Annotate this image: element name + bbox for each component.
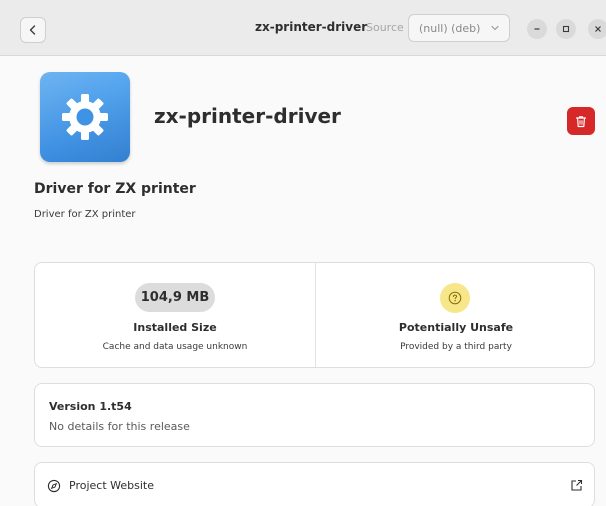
close-button[interactable] [588, 19, 606, 39]
gear-icon [62, 94, 108, 140]
source-value: (null) (deb) [419, 21, 481, 35]
compass-icon [47, 479, 61, 493]
info-card: 104,9 MB Installed Size Cache and data u… [34, 262, 595, 368]
installed-size-badge: 104,9 MB [135, 283, 215, 312]
app-icon [40, 72, 130, 162]
maximize-button[interactable] [556, 19, 576, 39]
uninstall-button[interactable] [567, 107, 595, 135]
unsafe-badge [440, 283, 470, 313]
header-bar: zx-printer-driver Source (null) (deb) [0, 0, 606, 56]
close-icon [595, 26, 601, 32]
app-details-window: zx-printer-driver Source (null) (deb) zx… [0, 0, 606, 506]
question-icon [448, 291, 462, 305]
back-button[interactable] [20, 17, 46, 43]
project-website-row[interactable]: Project Website [34, 462, 595, 506]
trash-icon [575, 115, 587, 127]
app-summary: Driver for ZX printer [34, 181, 196, 197]
window-title: zx-printer-driver [255, 20, 368, 34]
installed-size-tile[interactable]: 104,9 MB Installed Size Cache and data u… [35, 263, 315, 367]
version-details: No details for this release [49, 420, 190, 433]
external-link-icon [571, 479, 583, 491]
minimize-button[interactable] [527, 19, 547, 39]
version-title: Version 1.t54 [49, 400, 132, 413]
source-dropdown[interactable]: (null) (deb) [408, 14, 510, 42]
installed-size-title: Installed Size [133, 321, 217, 334]
app-description: Driver for ZX printer [34, 209, 136, 220]
version-card: Version 1.t54 No details for this releas… [34, 383, 595, 447]
chevron-left-icon [29, 25, 36, 35]
chevron-down-icon [491, 25, 499, 31]
minimize-icon [534, 28, 540, 30]
maximize-icon [562, 25, 570, 33]
installed-size-subtitle: Cache and data usage unknown [102, 342, 248, 352]
safety-subtitle: Provided by a third party [400, 342, 512, 352]
source-label: Source [366, 21, 404, 34]
app-name: zx-printer-driver [154, 104, 341, 128]
safety-title: Potentially Unsafe [398, 321, 514, 334]
project-website-label: Project Website [69, 479, 154, 492]
content-area: zx-printer-driver Driver for ZX printer … [0, 57, 606, 506]
safety-tile[interactable]: Potentially Unsafe Provided by a third p… [316, 263, 596, 367]
